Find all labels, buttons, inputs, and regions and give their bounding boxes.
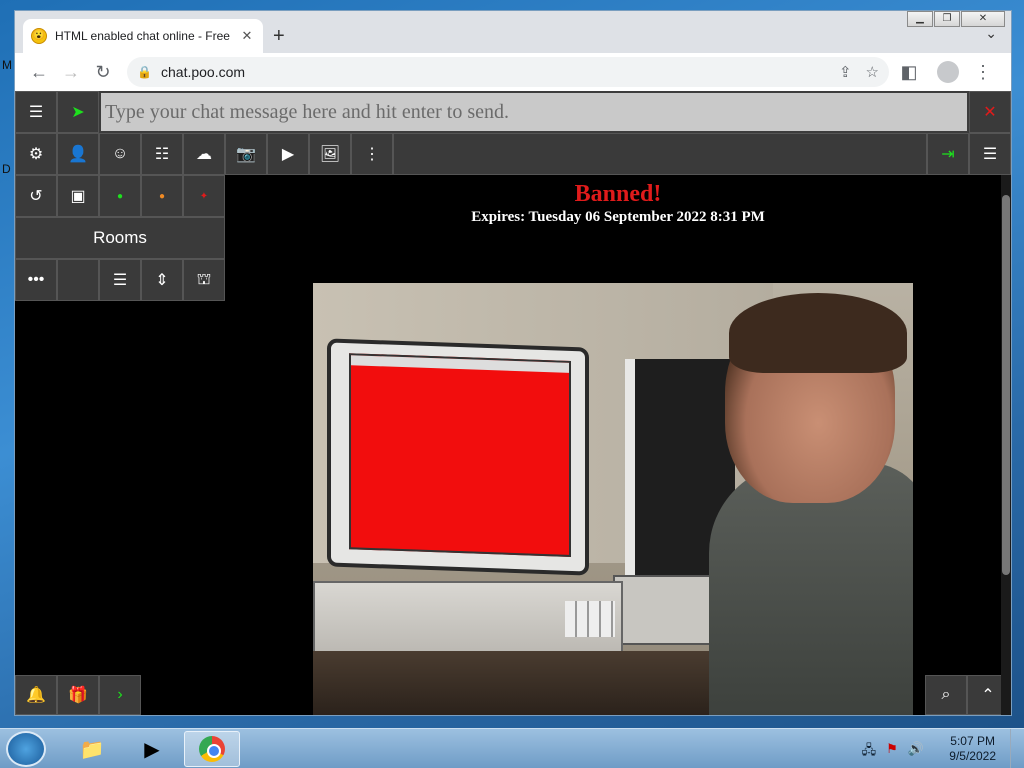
network-icon[interactable]: 🖧 [862,741,877,763]
tab-strip: 😮 HTML enabled chat online - Free ✕ + ⌄ … [15,11,1011,53]
door-exit-icon[interactable]: ⛫ [183,259,225,301]
maximize-button[interactable]: ❐ [934,11,960,27]
gift-icon[interactable]: 🎁 [57,675,99,715]
status-orange-icon[interactable]: ● [141,175,183,217]
browser-window: 😮 HTML enabled chat online - Free ✕ + ⌄ … [14,10,1012,716]
bell-icon[interactable]: 🔔 [15,675,57,715]
close-window-button[interactable]: ✕ [961,11,1005,27]
new-tab-button[interactable]: + [273,25,285,48]
desktop-edge-letter: M [2,58,12,72]
media-player-icon[interactable]: ▶ [124,731,180,767]
status-green-icon[interactable]: ● [99,175,141,217]
empty-cell [57,259,99,301]
more-icon[interactable]: ••• [15,259,57,301]
browser-toolbar: ← → ↻ 🔒 chat.poo.com ⇪ ☆ ◧ ⋮ [15,53,1011,91]
tool-grid: ⚙ 👤 ☺ ☷ ☁ ↺ ▣ ● ● ✦ [15,133,225,217]
reload-icon[interactable]: ↻ [89,58,117,86]
bookmark-star-icon[interactable]: ☆ [866,63,879,81]
history-icon[interactable]: ↺ [15,175,57,217]
side-panel-icon[interactable]: ◧ [895,58,923,86]
address-bar[interactable]: 🔒 chat.poo.com ⇪ ☆ [127,57,889,87]
media-toolbar: 📷 ▶ 🖼 ⋮ ⇥ ☰ [225,133,1011,175]
chrome-icon [199,736,225,762]
minimize-button[interactable]: ▁ [907,11,933,27]
user-icon[interactable]: 👤 [57,133,99,175]
chevron-right-icon[interactable]: › [99,675,141,715]
rooms-header[interactable]: Rooms [15,217,225,259]
tab-search-icon[interactable]: ⌄ [985,25,997,42]
sort-icon[interactable]: ⇕ [141,259,183,301]
forward-icon[interactable]: → [57,58,85,86]
chat-page: ☰ ➤ ✕ ⚙ 👤 ☺ ☷ ☁ ↺ ▣ ● ● ✦ Rooms ••• ☰ [15,91,1011,715]
browser-tab[interactable]: 😮 HTML enabled chat online - Free ✕ [23,19,263,53]
toolbar-spacer [393,133,927,175]
message-bar: ☰ ➤ ✕ [15,91,1011,133]
camera-icon[interactable]: 📷 [225,133,267,175]
volume-icon[interactable]: 🔊 [908,741,924,763]
action-center-icon[interactable]: ⚑ [886,741,898,763]
profile-avatar[interactable] [937,61,959,83]
ban-expiry: Expires: Tuesday 06 September 2022 8:31 … [471,209,765,225]
explorer-icon[interactable]: 📁 [64,731,120,767]
close-icon[interactable]: ✕ [969,91,1011,133]
url-text: chat.poo.com [161,64,246,80]
ban-title: Banned! [574,181,662,207]
favicon-icon: 😮 [31,28,47,44]
system-tray: 🖧 ⚑ 🔊 [852,741,924,763]
clock-time: 5:07 PM [950,734,995,748]
list-icon[interactable]: ☰ [99,259,141,301]
upload-cloud-icon[interactable]: ☁ [183,133,225,175]
clock-date: 9/5/2022 [949,749,996,763]
window-controls: ▁ ❐ ✕ [906,11,1005,27]
settings-gears-icon[interactable]: ⚙ [15,133,57,175]
windows-taskbar: 📁 ▶ 🖧 ⚑ 🔊 5:07 PM 9/5/2022 [0,728,1024,768]
chrome-taskbar-button[interactable] [184,731,240,767]
banned-animation-image [313,283,913,715]
scrollbar-thumb[interactable] [1002,195,1010,575]
chat-main-area: Banned! Expires: Tuesday 06 September 20… [225,175,1011,715]
chat-list-icon[interactable]: ☰ [15,91,57,133]
lock-icon: 🔒 [137,65,152,79]
send-icon[interactable]: ➤ [57,91,99,133]
smiley-icon[interactable]: ☺ [99,133,141,175]
sidebar: ⚙ 👤 ☺ ☷ ☁ ↺ ▣ ● ● ✦ Rooms ••• ☰ ⇕ ⛫ 🔔 🎁 … [15,133,225,715]
robot-icon[interactable]: ▣ [57,175,99,217]
image-icon[interactable]: 🖼 [309,133,351,175]
youtube-icon[interactable]: ▶ [267,133,309,175]
back-icon[interactable]: ← [25,58,53,86]
hamburger-menu-icon[interactable]: ☰ [969,133,1011,175]
sidebar-bottom-buttons: 🔔 🎁 › [15,675,141,715]
share-icon[interactable]: ⇪ [839,63,852,81]
rooms-tool-grid: ••• ☰ ⇕ ⛫ [15,259,225,301]
tab-title: HTML enabled chat online - Free [55,29,230,43]
search-icon[interactable]: ⌕ [925,675,967,715]
tab-close-icon[interactable]: ✕ [239,28,255,44]
clock[interactable]: 5:07 PM 9/5/2022 [949,734,996,764]
sign-in-icon[interactable]: ⇥ [927,133,969,175]
show-desktop-button[interactable] [1010,729,1024,768]
menu-kebab-icon[interactable]: ⋮ [969,58,997,86]
scrollbar[interactable] [1001,175,1011,715]
chat-message-input[interactable] [101,93,967,131]
status-red-icon[interactable]: ✦ [183,175,225,217]
vertical-dots-icon[interactable]: ⋮ [351,133,393,175]
desktop-edge-letter: D [2,162,11,176]
start-button[interactable] [6,731,46,767]
sliders-icon[interactable]: ☷ [141,133,183,175]
